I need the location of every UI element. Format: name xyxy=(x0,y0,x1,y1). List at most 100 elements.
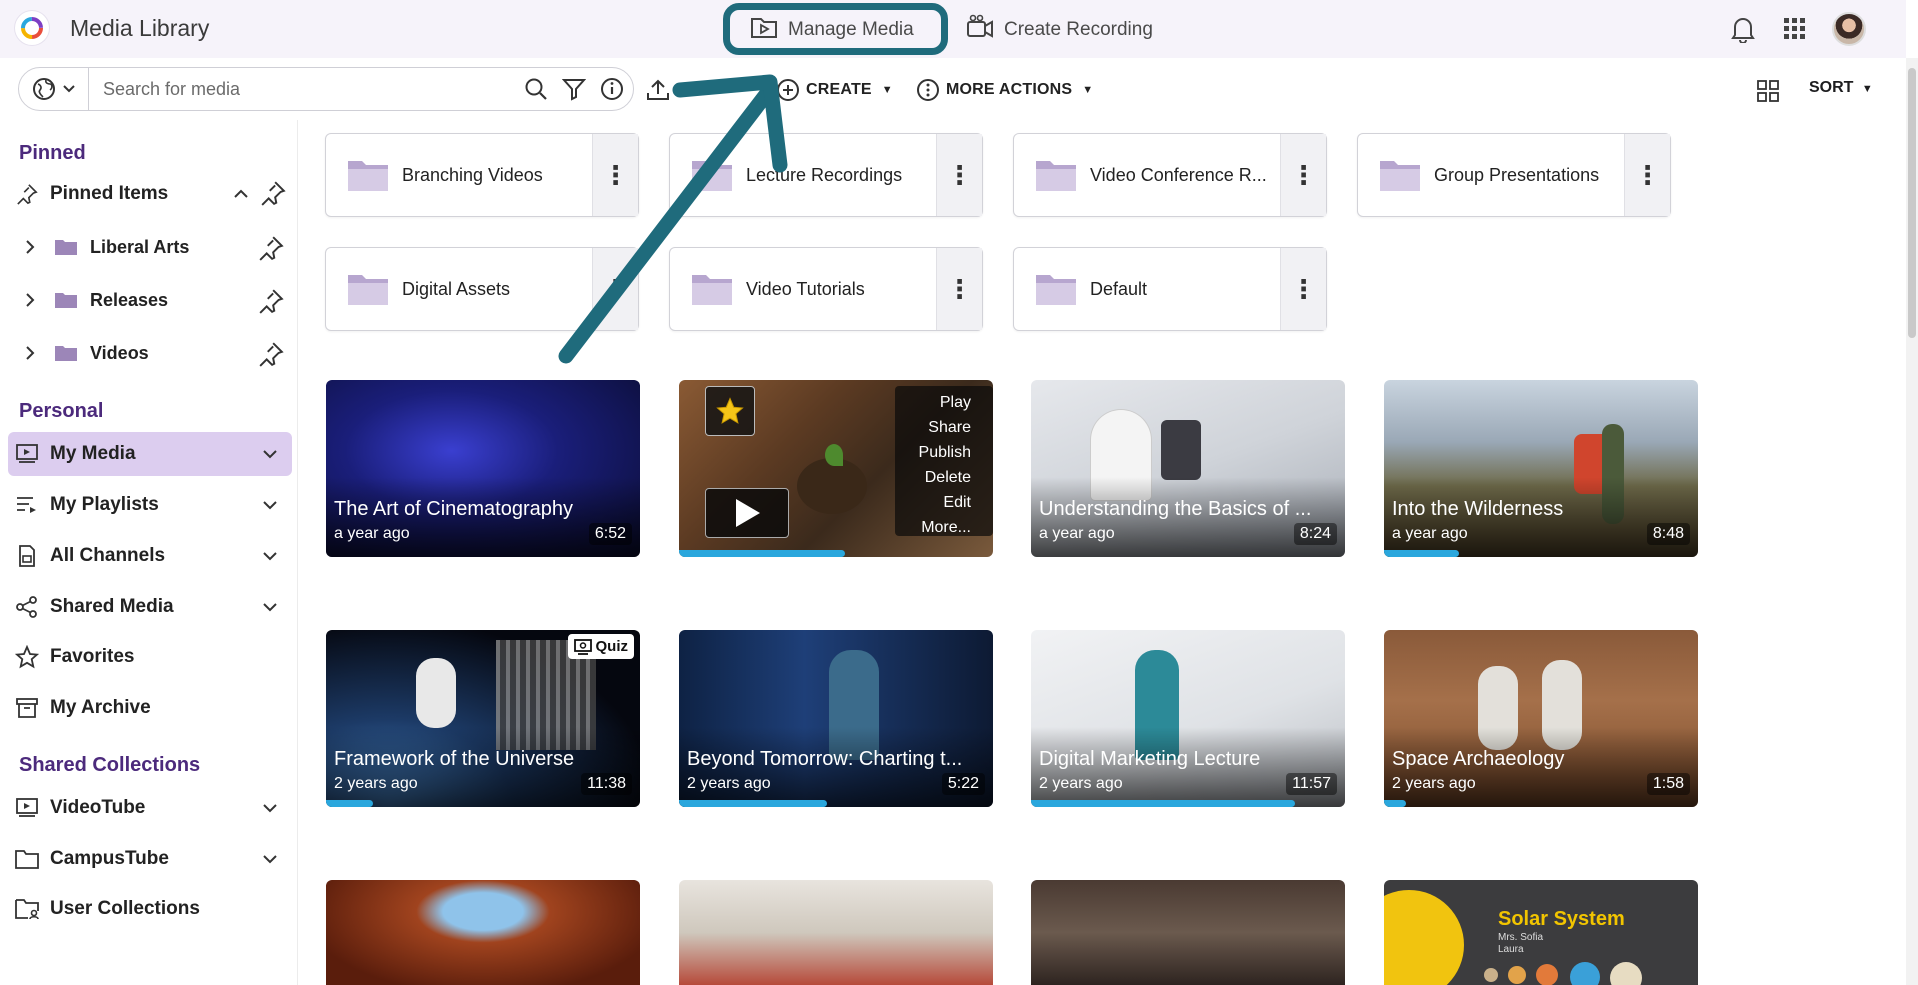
media-duration: 5:22 xyxy=(941,773,985,795)
chevron-down-icon[interactable] xyxy=(260,546,280,566)
folder-menu-button[interactable]: ⋮ xyxy=(1280,248,1326,330)
quiz-label: Quiz xyxy=(595,638,629,655)
app-logo-icon[interactable] xyxy=(15,11,49,45)
sidebar-item-pinned-items[interactable]: Pinned Items xyxy=(8,172,292,216)
scrollbar[interactable] xyxy=(1906,58,1918,985)
play-action[interactable]: Play xyxy=(940,390,971,415)
folder-card[interactable]: Video Conference R... ⋮ xyxy=(1013,133,1327,217)
media-tile[interactable] xyxy=(326,880,640,985)
media-icon xyxy=(14,795,40,821)
media-tile[interactable]: Into the Wilderness a year ago 8:48 xyxy=(1384,380,1698,557)
sidebar-item-my-archive[interactable]: My Archive xyxy=(8,686,292,730)
chevron-down-icon[interactable] xyxy=(260,849,280,869)
scrollbar-thumb[interactable] xyxy=(1908,68,1916,338)
media-tile[interactable]: Quiz Framework of the Universe 2 years a… xyxy=(326,630,640,807)
chevron-down-icon[interactable] xyxy=(260,597,280,617)
folder-name: Lecture Recordings xyxy=(746,164,903,185)
folder-card[interactable]: Lecture Recordings ⋮ xyxy=(669,133,983,217)
user-avatar[interactable] xyxy=(1832,12,1866,46)
search-scope-dropdown[interactable] xyxy=(19,68,89,110)
media-tile[interactable]: Space Archaeology 2 years ago 1:58 xyxy=(1384,630,1698,807)
pin-icon[interactable] xyxy=(260,180,286,206)
chevron-right-icon[interactable] xyxy=(20,343,40,363)
folder-name: Video Conference R... xyxy=(1090,164,1267,185)
folder-card[interactable]: Group Presentations ⋮ xyxy=(1357,133,1671,217)
chevron-right-icon[interactable] xyxy=(20,237,40,257)
chevron-down-icon[interactable] xyxy=(260,495,280,515)
sort-button[interactable]: SORT ▼ xyxy=(1809,79,1873,97)
create-menu-button[interactable]: CREATE ▼ xyxy=(776,78,893,102)
media-tile[interactable]: Play Share Publish Delete Edit More... xyxy=(679,380,993,557)
publish-action[interactable]: Publish xyxy=(919,440,971,465)
info-icon[interactable] xyxy=(599,76,625,102)
folder-card[interactable]: Digital Assets ⋮ xyxy=(325,247,639,331)
folder-name: Default xyxy=(1090,278,1148,299)
sidebar-item-campustube[interactable]: CampusTube xyxy=(8,837,292,881)
playlist-icon xyxy=(14,492,40,518)
folder-icon xyxy=(1380,161,1420,191)
watch-progress-bar xyxy=(1031,800,1295,807)
folder-menu-button[interactable]: ⋮ xyxy=(936,248,982,330)
media-tile[interactable] xyxy=(1031,880,1345,985)
favorite-star-button[interactable] xyxy=(705,386,755,436)
sidebar-item-releases[interactable]: Releases xyxy=(20,278,292,322)
media-tile[interactable]: The Art of Cinematography a year ago 6:5… xyxy=(326,380,640,557)
play-button[interactable] xyxy=(705,488,789,538)
folder-card[interactable]: Video Tutorials ⋮ xyxy=(669,247,983,331)
chevron-right-icon[interactable] xyxy=(20,290,40,310)
pin-icon[interactable] xyxy=(258,288,284,314)
chevron-down-icon[interactable] xyxy=(260,798,280,818)
grid-view-icon[interactable] xyxy=(1756,79,1780,103)
sidebar-item-shared-media[interactable]: Shared Media xyxy=(8,585,292,629)
sidebar-item-favorites[interactable]: Favorites xyxy=(8,635,292,679)
folder-card[interactable]: Branching Videos ⋮ xyxy=(325,133,639,217)
pin-icon[interactable] xyxy=(258,235,284,261)
folder-icon xyxy=(348,275,388,305)
media-title: The Art of Cinematography xyxy=(334,498,574,520)
folder-menu-button[interactable]: ⋮ xyxy=(592,248,638,330)
sidebar-item-user-collections[interactable]: User Collections xyxy=(8,887,292,931)
media-title: Framework of the Universe xyxy=(334,748,575,770)
sidebar-item-my-media[interactable]: My Media xyxy=(8,432,292,476)
thumbnail-sprout xyxy=(825,444,843,466)
caret-down-icon: ▼ xyxy=(1082,84,1094,96)
apps-grid-icon[interactable] xyxy=(1780,14,1810,44)
star-icon xyxy=(14,644,40,670)
media-tile[interactable]: Solar System Mrs. Sofia Laura xyxy=(1384,880,1698,985)
sidebar-item-videos[interactable]: Videos xyxy=(20,331,292,375)
search-input[interactable] xyxy=(103,78,503,100)
delete-action[interactable]: Delete xyxy=(925,465,971,490)
folder-icon xyxy=(692,275,732,305)
folder-menu-button[interactable]: ⋮ xyxy=(936,134,982,216)
search-icon[interactable] xyxy=(523,76,549,102)
folder-card[interactable]: Default ⋮ xyxy=(1013,247,1327,331)
create-recording-tab[interactable]: Create Recording xyxy=(966,14,1153,46)
more-action[interactable]: More... xyxy=(921,515,971,540)
folder-menu-button[interactable]: ⋮ xyxy=(1280,134,1326,216)
share-action[interactable]: Share xyxy=(928,415,971,440)
media-tile[interactable]: Beyond Tomorrow: Charting t... 2 years a… xyxy=(679,630,993,807)
media-tile[interactable]: Understanding the Basics of ... a year a… xyxy=(1031,380,1345,557)
watch-progress-bar xyxy=(679,550,846,557)
bell-icon[interactable] xyxy=(1728,14,1758,44)
media-tile[interactable] xyxy=(679,880,993,985)
chevron-down-icon[interactable] xyxy=(260,444,280,464)
chevron-up-icon[interactable] xyxy=(232,186,250,202)
thumbnail-planet xyxy=(1508,966,1526,984)
media-title: Understanding the Basics of ... xyxy=(1039,498,1312,520)
filter-icon[interactable] xyxy=(561,76,587,102)
sidebar-item-liberal-arts[interactable]: Liberal Arts xyxy=(20,225,292,269)
media-duration: 6:52 xyxy=(588,523,632,545)
folder-menu-button[interactable]: ⋮ xyxy=(592,134,638,216)
more-actions-button[interactable]: MORE ACTIONS ▼ xyxy=(916,78,1093,102)
sidebar-item-videotube[interactable]: VideoTube xyxy=(8,786,292,830)
media-tile[interactable]: Digital Marketing Lecture 2 years ago 11… xyxy=(1031,630,1345,807)
upload-icon xyxy=(647,79,669,100)
folder-menu-button[interactable]: ⋮ xyxy=(1624,134,1670,216)
pin-icon[interactable] xyxy=(258,341,284,367)
edit-action[interactable]: Edit xyxy=(943,490,971,515)
sidebar-item-my-playlists[interactable]: My Playlists xyxy=(8,483,292,527)
upload-button[interactable]: U xyxy=(646,78,688,102)
thumbnail-planet xyxy=(1610,962,1642,985)
sidebar-item-all-channels[interactable]: All Channels xyxy=(8,534,292,578)
